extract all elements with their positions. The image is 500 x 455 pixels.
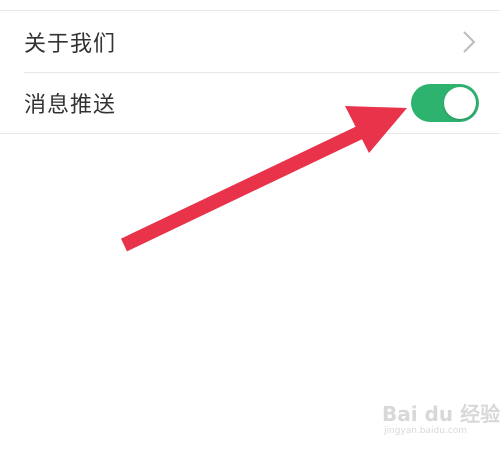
settings-item-label: 关于我们 — [24, 32, 117, 57]
chevron-right-icon — [463, 31, 476, 53]
settings-item-push-notifications: 消息推送 — [0, 73, 500, 133]
watermark-url: jingyan.baidu.com — [384, 426, 468, 436]
baidu-jingyan-watermark: Bai du 经验 jingyan.baidu.com — [382, 398, 500, 442]
watermark-brand: Bai du 经验 — [382, 402, 500, 426]
divider-top — [0, 10, 500, 11]
divider-bottom — [0, 133, 500, 134]
arrow-shaft — [120, 123, 369, 252]
push-notification-toggle[interactable] — [411, 84, 479, 122]
settings-item-label: 消息推送 — [24, 93, 117, 118]
settings-screen: 关于我们 消息推送 Bai du 经验 jingyan.baidu.com — [0, 0, 500, 455]
settings-item-about-us[interactable]: 关于我们 — [0, 12, 500, 72]
toggle-knob — [444, 87, 476, 119]
